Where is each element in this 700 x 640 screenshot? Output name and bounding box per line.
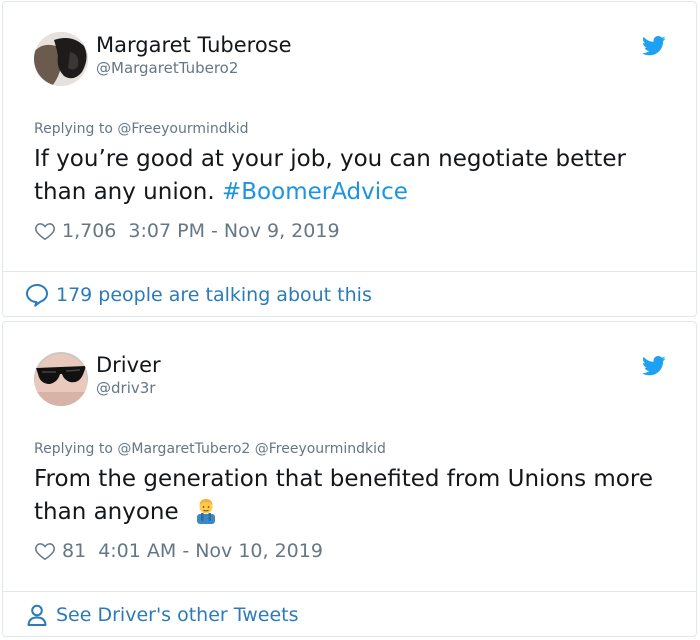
divider: [3, 591, 696, 592]
hashtag-link[interactable]: #BoomerAdvice: [222, 179, 408, 205]
tweet-meta: 81 4:01 AM - Nov 10, 2019: [34, 540, 323, 562]
avatar-image: [34, 32, 88, 86]
replying-to: Replying to @Freeyourmindkid: [34, 121, 249, 137]
replying-mention-link[interactable]: @MargaretTubero2 @Freeyourmindkid: [117, 441, 385, 457]
like-count[interactable]: 81: [62, 540, 86, 562]
profile-tweets-link[interactable]: See Driver's other Tweets: [24, 602, 299, 628]
avatar-image: [34, 352, 88, 406]
user-handle[interactable]: @MargaretTubero2: [96, 59, 238, 77]
tweet-text: If you’re good at your job, you can nego…: [34, 143, 674, 209]
tweet-text-body: From the generation that benefited from …: [34, 466, 653, 525]
replying-label: Replying to: [34, 121, 113, 137]
speech-bubble-icon: [26, 284, 48, 307]
avatar[interactable]: [34, 32, 88, 86]
heart-icon[interactable]: [34, 220, 56, 242]
conversation-link[interactable]: 179 people are talking about this: [24, 282, 372, 308]
replying-to: Replying to @MargaretTubero2 @Freeyourmi…: [34, 441, 386, 457]
tweet-card: Margaret Tuberose @MargaretTubero2 Reply…: [2, 1, 697, 317]
timestamp[interactable]: 4:01 AM - Nov 10, 2019: [98, 540, 323, 562]
twitter-bird-icon[interactable]: [642, 356, 666, 376]
replying-label: Replying to: [34, 441, 113, 457]
display-name[interactable]: Driver: [96, 353, 161, 377]
tweet-card: Driver @driv3r Replying to @MargaretTube…: [2, 321, 697, 637]
man-farmer-emoji-icon: [196, 499, 215, 524]
tweet-meta: 1,706 3:07 PM - Nov 9, 2019: [34, 220, 340, 242]
avatar[interactable]: [34, 352, 88, 406]
twitter-bird-icon[interactable]: [642, 36, 666, 56]
display-name[interactable]: Margaret Tuberose: [96, 33, 292, 57]
user-handle[interactable]: @driv3r: [96, 379, 155, 397]
tweet-text: From the generation that benefited from …: [34, 463, 674, 529]
conversation-link-label[interactable]: 179 people are talking about this: [56, 284, 372, 306]
timestamp[interactable]: 3:07 PM - Nov 9, 2019: [128, 220, 339, 242]
profile-tweets-link-label[interactable]: See Driver's other Tweets: [56, 604, 299, 626]
replying-mention-link[interactable]: @Freeyourmindkid: [117, 121, 248, 137]
like-count[interactable]: 1,706: [62, 220, 116, 242]
person-icon: [27, 604, 47, 626]
heart-icon[interactable]: [34, 540, 56, 562]
divider: [3, 271, 696, 272]
